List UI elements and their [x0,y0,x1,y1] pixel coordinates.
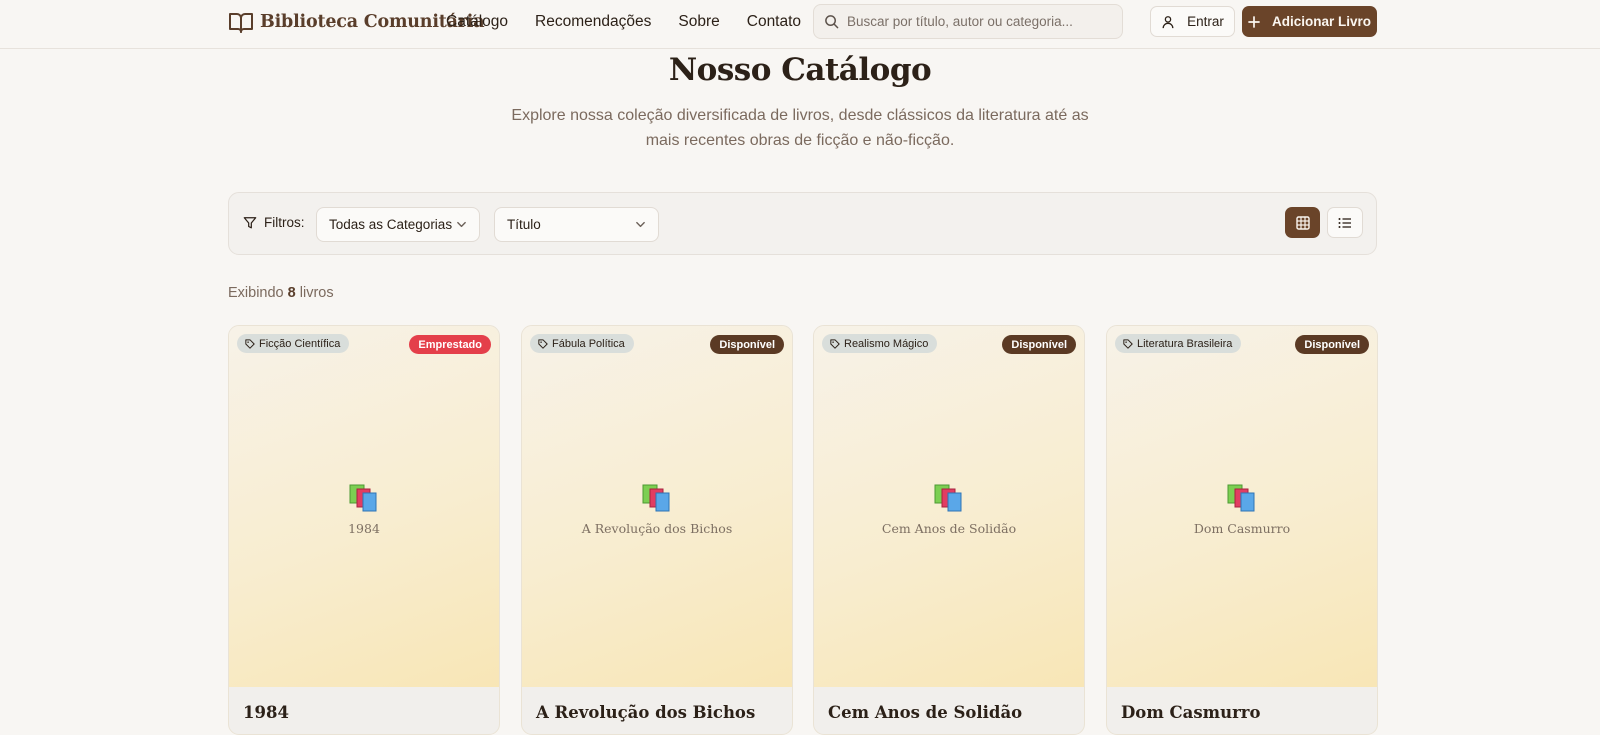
category-tag: Fábula Política [530,334,634,353]
login-button[interactable]: Entrar [1150,6,1235,37]
books-emoji-icon [642,484,670,512]
page-title: Nosso Catálogo [668,52,932,88]
list-icon [1338,217,1351,228]
open-book-icon [229,13,253,33]
book-cover: Realismo Mágico Disponível Cem Anos de S… [814,326,1084,687]
category-tag-label: Realismo Mágico [844,337,929,350]
category-tag-label: Fábula Política [552,337,625,350]
search-input[interactable] [847,14,1107,29]
book-card[interactable]: Literatura Brasileira Disponível Dom Cas… [1106,325,1378,735]
user-icon [1162,15,1174,28]
tag-icon [538,338,548,349]
cover-title: 1984 [348,521,380,536]
category-tag: Literatura Brasileira [1115,334,1242,353]
filter-bar: Filtros: Todas as Categorias Título [228,192,1377,255]
results-prefix: Exibindo [228,285,284,301]
status-badge: Disponível [710,335,784,354]
funnel-icon [243,216,257,228]
page-subtitle: Explore nossa coleção diversificada de l… [511,107,1089,149]
list-view-button[interactable] [1327,207,1363,238]
tag-icon [1123,338,1133,349]
tag-icon [245,338,255,349]
books-emoji-icon [1227,484,1255,512]
results-suffix: livros [299,285,334,301]
login-label: Entrar [1187,14,1224,29]
cover-title: Dom Casmurro [1193,521,1291,536]
tag-icon [830,338,840,349]
category-select-value: Todas as Categorias [329,217,453,232]
chevron-down-icon [457,221,466,228]
book-title[interactable]: Dom Casmurro [1121,703,1260,722]
book-cover: Literatura Brasileira Disponível Dom Cas… [1107,326,1377,687]
filter-label-text: Filtros: [264,215,305,230]
book-title[interactable]: 1984 [243,703,289,722]
category-tag-label: Literatura Brasileira [1137,337,1233,350]
chevron-down-icon [636,221,645,228]
category-select[interactable]: Todas as Categorias [316,207,480,242]
plus-icon [1248,15,1260,28]
sort-select-value: Título [507,217,541,232]
nav-catalogo[interactable]: Catálogo [446,12,508,32]
book-cover: Fábula Política Disponível A Revolução d… [522,326,792,687]
main-nav: Catálogo Recomendações Sobre Contato [446,12,828,32]
filter-label: Filtros: [243,215,305,230]
nav-recomendacoes[interactable]: Recomendações [535,12,651,32]
book-card[interactable]: Realismo Mágico Disponível Cem Anos de S… [813,325,1085,735]
grid-view-button[interactable] [1285,207,1320,238]
nav-contato[interactable]: Contato [747,12,801,32]
book-cover: Ficção Científica Emprestado 1984 [229,326,499,687]
add-book-label: Adicionar Livro [1271,14,1371,29]
category-tag-label: Ficção Científica [259,337,341,350]
books-emoji-icon [349,484,377,512]
book-title[interactable]: A Revolução dos Bichos [536,703,755,722]
category-tag: Ficção Científica [237,334,350,353]
book-card[interactable]: Ficção Científica Emprestado 1984 1984 [228,325,500,735]
cover-title: A Revolução dos Bichos [581,521,733,536]
category-tag: Realismo Mágico [822,334,938,353]
books-emoji-icon [934,484,962,512]
nav-sobre[interactable]: Sobre [678,12,719,32]
add-book-button[interactable]: Adicionar Livro [1242,6,1377,37]
book-title[interactable]: Cem Anos de Solidão [828,703,1022,722]
search-icon [825,15,839,29]
results-count: Exibindo 8 livros [228,285,334,301]
status-badge: Emprestado [409,335,491,354]
status-badge: Disponível [1002,335,1076,354]
top-navbar: Biblioteca Comunitária Catálogo Recomend… [0,0,1600,49]
status-badge: Disponível [1295,335,1369,354]
results-number: 8 [287,285,296,301]
cover-title: Cem Anos de Solidão [881,521,1017,536]
sort-select[interactable]: Título [494,207,659,242]
grid-icon [1295,215,1310,230]
book-card[interactable]: Fábula Política Disponível A Revolução d… [521,325,793,735]
search-box [813,4,1123,39]
